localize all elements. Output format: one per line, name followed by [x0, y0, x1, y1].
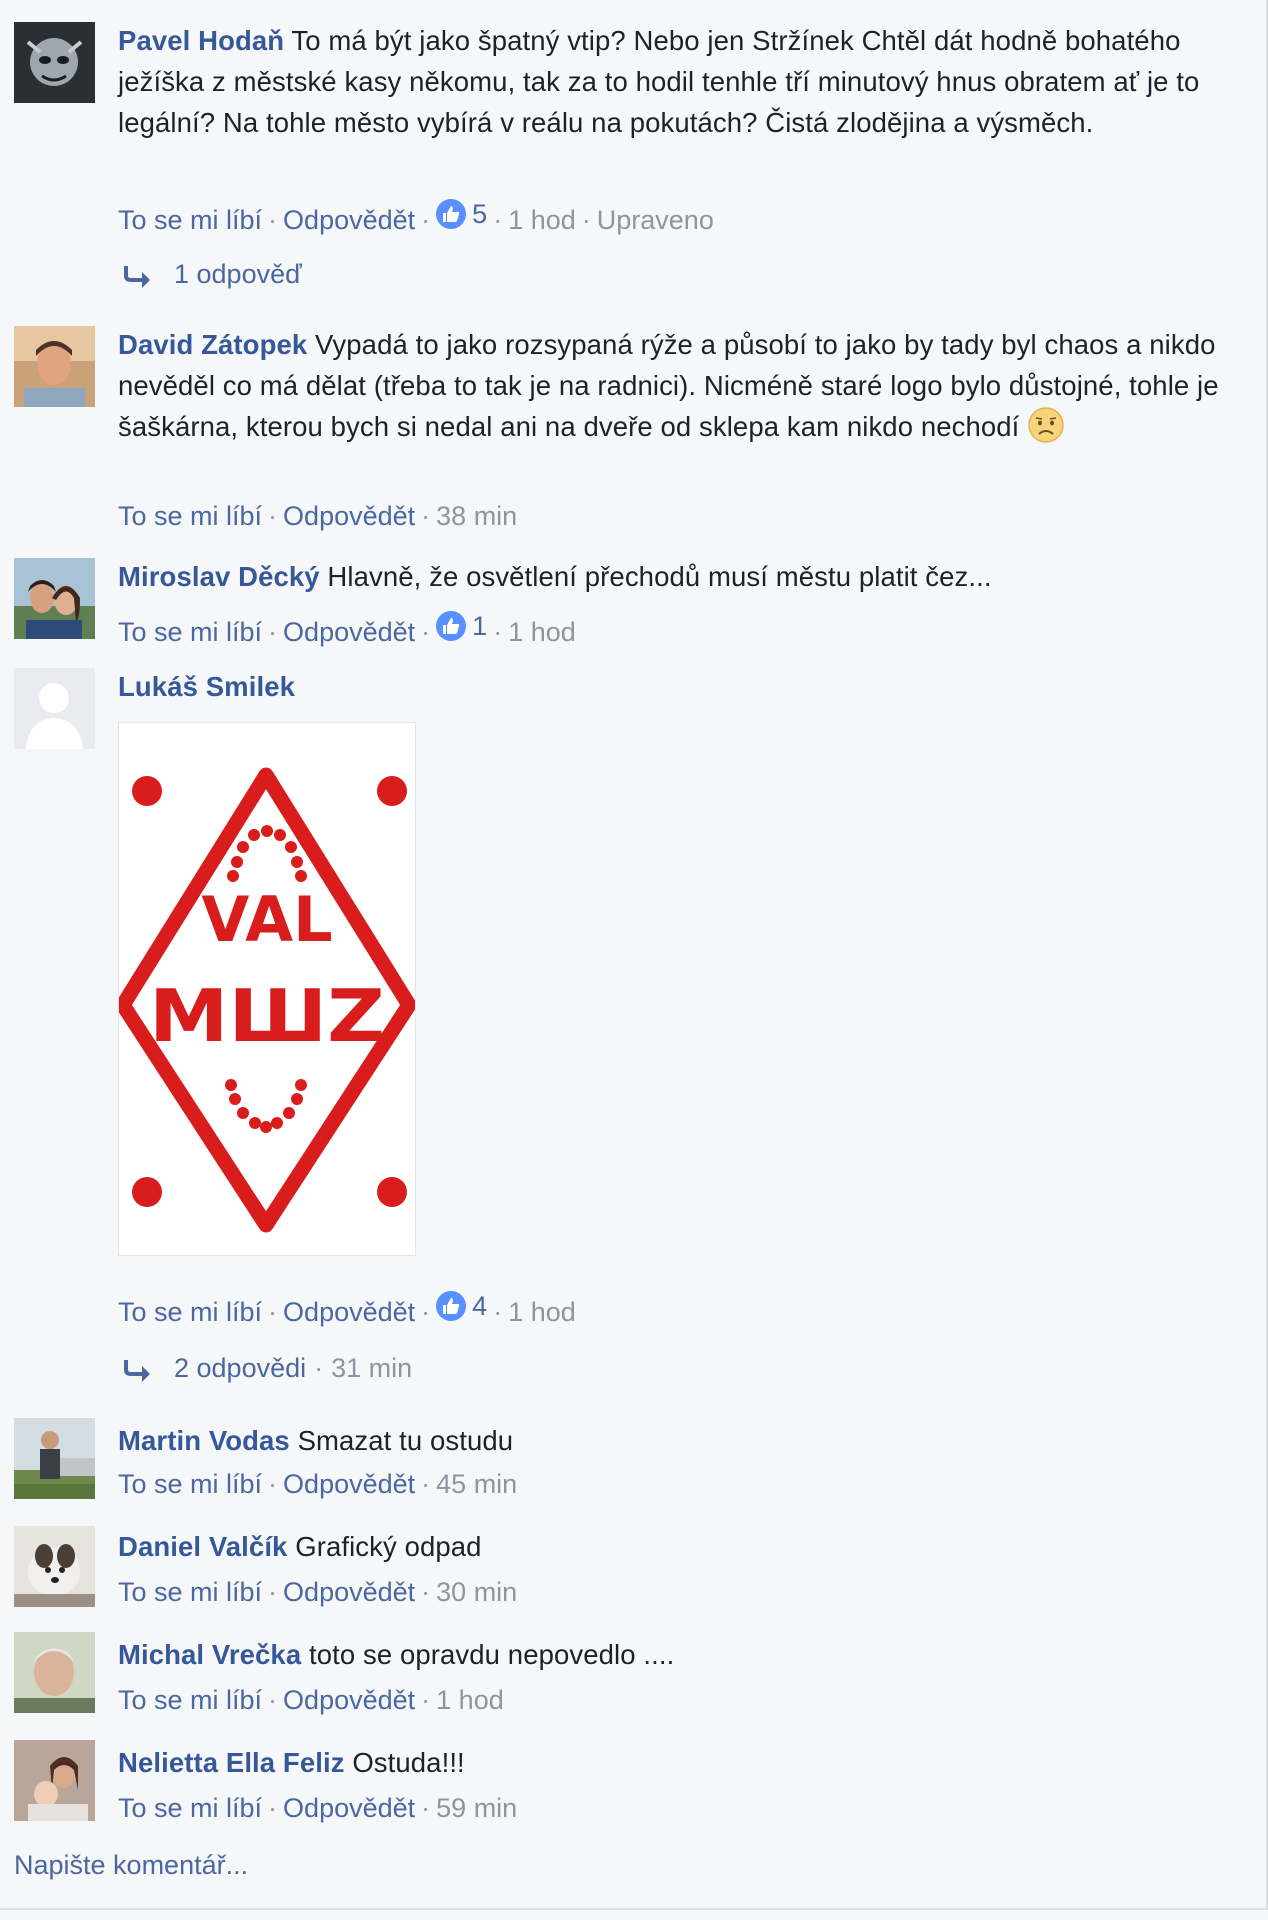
reply-button[interactable]: Odpovědět [283, 205, 415, 235]
comment-text: Ostuda!!! [352, 1747, 465, 1778]
comment-author[interactable]: Lukáš Smilek [118, 671, 295, 702]
reply-button[interactable]: Odpovědět [283, 1577, 415, 1607]
comment-actions: To se mi líbí · Odpovědět · 5 · 1 hod · Upraveno [118, 194, 714, 240]
reaction-count[interactable]: 4 [436, 1286, 487, 1326]
comment-actions: To se mi líbí · Odpovědět · 4 · 1 hod [118, 1286, 576, 1332]
comment-time[interactable]: 1 hod [508, 617, 576, 647]
like-button[interactable]: To se mi líbí [118, 205, 262, 235]
avatar[interactable] [14, 1526, 95, 1607]
thumbs-up-icon [436, 1291, 467, 1321]
reply-button[interactable]: Odpovědět [283, 1297, 415, 1327]
like-button[interactable]: To se mi líbí [118, 1577, 262, 1607]
avatar[interactable] [14, 1740, 95, 1821]
comment-time[interactable]: 59 min [436, 1793, 517, 1823]
reaction-count[interactable]: 1 [436, 606, 487, 646]
comment-actions: To se mi líbí · Odpovědět · 38 min [118, 501, 518, 531]
reaction-count[interactable]: 5 [436, 194, 487, 234]
comment-text: Smazat tu ostudu [297, 1425, 514, 1456]
comment-text: Hlavně, že osvětlení přechodů musí městu… [327, 561, 992, 592]
comment-author[interactable]: Martin Vodas [118, 1425, 290, 1456]
view-replies-link[interactable]: 1 odpověď [118, 254, 302, 294]
like-button[interactable]: To se mi líbí [118, 1469, 262, 1499]
comment-author[interactable]: Daniel Valčík [118, 1531, 287, 1562]
avatar[interactable] [14, 558, 95, 639]
comment-time[interactable]: 45 min [436, 1469, 517, 1499]
comment-actions: To se mi líbí · Odpovědět · 1 · 1 hod [118, 606, 576, 652]
comment-time[interactable]: 30 min [436, 1577, 517, 1607]
reply-arrow-icon [124, 1359, 150, 1382]
write-comment-input[interactable]: Napište komentář... [14, 1850, 248, 1881]
like-button[interactable]: To se mi líbí [118, 1685, 262, 1715]
comment-time[interactable]: 38 min [436, 501, 517, 531]
disappointed-face-icon [1028, 407, 1064, 443]
avatar[interactable] [14, 326, 95, 407]
like-button[interactable]: To se mi líbí [118, 501, 262, 531]
thumbs-up-icon [436, 199, 467, 229]
thumbs-up-icon [436, 611, 467, 641]
comment-author[interactable]: David Zátopek [118, 329, 307, 360]
comment-author[interactable]: Miroslav Děcký [118, 561, 320, 592]
valmez-logo-image: VAL MШZ [115, 767, 417, 1233]
comment-actions: To se mi líbí · Odpovědět · 59 min [118, 1793, 518, 1823]
reply-button[interactable]: Odpovědět [283, 1469, 415, 1499]
comment-image[interactable]: VAL MШZ [115, 722, 417, 1256]
comment-author[interactable]: Nelietta Ella Feliz [118, 1747, 345, 1778]
comment-text: Grafický odpad [295, 1531, 482, 1562]
comment-text: toto se opravdu nepovedlo .... [308, 1639, 675, 1670]
comment-actions: To se mi líbí · Odpovědět · 30 min [118, 1577, 518, 1607]
comment-author[interactable]: Pavel Hodaň [118, 25, 284, 56]
reply-button[interactable]: Odpovědět [283, 1685, 415, 1715]
reply-arrow-icon [124, 265, 150, 288]
comment-time[interactable]: 1 hod [436, 1685, 504, 1715]
reply-button[interactable]: Odpovědět [283, 617, 415, 647]
comment-actions: To se mi líbí · Odpovědět · 45 min [118, 1469, 518, 1499]
like-button[interactable]: To se mi líbí [118, 1793, 262, 1823]
avatar[interactable] [14, 668, 95, 749]
avatar[interactable] [14, 22, 95, 103]
like-button[interactable]: To se mi líbí [118, 1297, 262, 1327]
like-button[interactable]: To se mi líbí [118, 617, 262, 647]
comment-time[interactable]: 1 hod [508, 205, 576, 235]
avatar[interactable] [14, 1632, 95, 1713]
reply-button[interactable]: Odpovědět [283, 501, 415, 531]
logo-line-1: VAL [201, 883, 332, 956]
comment-actions: To se mi líbí · Odpovědět · 1 hod [118, 1685, 504, 1715]
logo-line-2: MШZ [149, 974, 385, 1058]
comments-panel: Pavel Hodaň To má být jako špatný vtip? … [0, 0, 1268, 1910]
avatar[interactable] [14, 1418, 95, 1499]
reply-button[interactable]: Odpovědět [283, 1793, 415, 1823]
edited-label[interactable]: Upraveno [597, 205, 714, 235]
comment-time[interactable]: 1 hod [508, 1297, 576, 1327]
view-replies-link[interactable]: 2 odpovědi · 31 min [118, 1348, 412, 1388]
comment-author[interactable]: Michal Vrečka [118, 1639, 301, 1670]
